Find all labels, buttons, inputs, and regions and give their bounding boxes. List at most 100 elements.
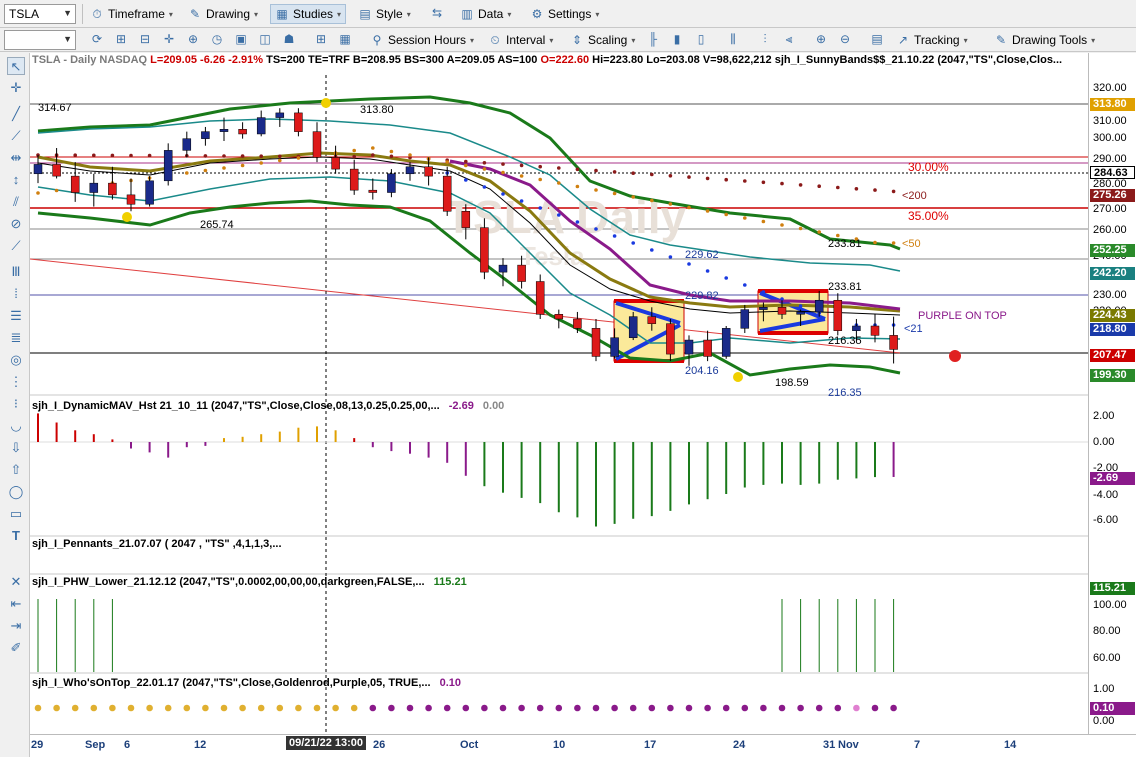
data-button[interactable]: ▥ Data ▾ xyxy=(456,4,515,24)
print-icon[interactable]: ▤ xyxy=(868,30,886,48)
spread-icon[interactable]: ⫷ xyxy=(780,30,798,48)
chart-icon[interactable]: ◫ xyxy=(256,30,274,48)
cursor-icon[interactable]: ✛ xyxy=(160,30,178,48)
candle-body xyxy=(52,164,61,177)
speed-lines-icon[interactable]: Ⅲ xyxy=(7,263,25,281)
insert-icon[interactable]: ⊞ xyxy=(112,30,130,48)
chevron-down-icon[interactable]: ▼ xyxy=(63,34,72,44)
phw-bars xyxy=(37,599,895,672)
gann-icon[interactable]: ⊘ xyxy=(7,215,25,233)
ma200-dot xyxy=(92,153,96,158)
expand-icon[interactable]: ⫶ xyxy=(756,30,774,48)
chevron-down-icon[interactable]: ▼ xyxy=(63,8,72,18)
snap-icon[interactable]: ⇤ xyxy=(7,595,25,613)
studies-button[interactable]: ▦ Studies ▾ xyxy=(270,4,347,24)
scaling-icon: ⇕ xyxy=(571,33,583,47)
dynmav-histogram xyxy=(37,413,895,527)
delete-drawing-icon[interactable]: ✕ xyxy=(7,573,25,591)
whos-dot xyxy=(239,704,246,712)
fib-icon[interactable]: ⟋ xyxy=(7,237,25,255)
cross-icon[interactable]: ⊕ xyxy=(184,30,202,48)
chart-area[interactable]: TSLA Daily Tesla 314.67 313.80 265.74 22… xyxy=(29,53,1088,734)
chevron-down-icon: ▾ xyxy=(631,35,636,45)
calendar-icon[interactable]: ▦ xyxy=(336,30,354,48)
ma21-dot xyxy=(668,255,673,259)
vertical-line-icon[interactable]: ↕ xyxy=(7,171,25,189)
text-icon[interactable]: T xyxy=(7,527,25,545)
pointer-icon[interactable]: ↖ xyxy=(7,57,25,75)
candle-body xyxy=(833,299,843,331)
style-icon: ▤ xyxy=(359,7,371,21)
price-axis[interactable]: 320.00 310.00 300.00 290.00 280.00 270.0… xyxy=(1088,53,1136,734)
crosshair-icon[interactable]: ✛ xyxy=(7,79,25,97)
indicator-axis-label: -4.00 xyxy=(1093,489,1119,501)
hide-icon[interactable]: ⇥ xyxy=(7,617,25,635)
arc-icon[interactable]: ◡ xyxy=(7,417,25,435)
candle-body xyxy=(387,173,396,193)
drawing-button[interactable]: ✎ Drawing ▾ xyxy=(184,4,262,24)
chevron-down-icon: ▾ xyxy=(254,9,259,19)
layout-icon[interactable]: ⊞ xyxy=(312,30,330,48)
date-label: 7 xyxy=(914,739,921,751)
candle-style-icon[interactable]: ▮ xyxy=(668,30,686,48)
fib-time-icon[interactable]: ☰ xyxy=(7,307,25,325)
ma200-dot xyxy=(538,164,542,169)
scaling-button[interactable]: ⇕ Scaling ▾ xyxy=(566,30,639,50)
timeframe-button[interactable]: ⏱ Timeframe ▾ xyxy=(86,4,177,24)
ma21-dot xyxy=(557,213,561,217)
date-label: 14 xyxy=(1004,739,1017,751)
candle-body xyxy=(461,211,471,228)
tracking-icon: ↗ xyxy=(897,33,909,47)
ellipse-icon[interactable]: ◯ xyxy=(7,483,25,501)
arrow-up-icon[interactable]: ⇧ xyxy=(7,461,25,479)
ma-label: <21 xyxy=(904,323,923,335)
ray-icon[interactable]: ⟋ xyxy=(7,127,25,145)
trendline-icon[interactable]: ╱ xyxy=(7,105,25,123)
session-hours-button[interactable]: ⚲ Session Hours ▾ xyxy=(366,30,478,50)
arrow-down-icon[interactable]: ⇩ xyxy=(7,439,25,457)
ma200-dot xyxy=(389,154,394,159)
fib-ext-icon[interactable]: ≣ xyxy=(7,329,25,347)
interval-button[interactable]: ⏲ Interval ▾ xyxy=(484,30,557,50)
workspace-select[interactable]: ▼ xyxy=(4,30,76,50)
indicator-axis-label: 0.00 xyxy=(1093,715,1115,727)
symbol-input[interactable]: TSLA ▼ xyxy=(4,4,76,24)
link-icon[interactable]: ⇆ xyxy=(428,4,446,22)
style-button[interactable]: ▤ Style ▾ xyxy=(354,4,415,24)
channel-icon[interactable]: ⫽ xyxy=(7,193,25,211)
symbol-info-line: TSLA - Daily NASDAQ L=209.05 -6.26 -2.91… xyxy=(32,54,1063,66)
cycle-icon[interactable]: ⁞ xyxy=(7,285,25,303)
date-axis[interactable]: 29 Sep 6 12 09/21/22 13:00 26 Oct 10 17 … xyxy=(30,734,1136,757)
ma200-dot xyxy=(203,154,208,158)
ma200-dot xyxy=(482,161,487,165)
spiral-icon[interactable]: ◎ xyxy=(7,351,25,369)
clock-icon[interactable]: ◷ xyxy=(208,30,226,48)
hollow-candle-icon[interactable]: ▯ xyxy=(692,30,710,48)
bars-icon[interactable]: ▣ xyxy=(232,30,250,48)
zoom-out-icon[interactable]: ⊖ xyxy=(836,30,854,48)
session-icon: ⚲ xyxy=(372,33,382,47)
indicator-axis-label: 2.00 xyxy=(1093,410,1115,422)
people-icon[interactable]: ☗ xyxy=(280,30,298,48)
rectangle-icon[interactable]: ▭ xyxy=(7,505,25,523)
zoom-in-icon[interactable]: ⊕ xyxy=(812,30,830,48)
ma50-dot xyxy=(445,160,450,164)
price-axis-label: 230.00 xyxy=(1093,289,1127,301)
regression-icon[interactable]: ⁝ xyxy=(7,395,25,413)
tracking-button[interactable]: ↗ Tracking ▾ xyxy=(892,30,972,50)
candle-body xyxy=(201,131,210,139)
settings-button[interactable]: ⚙ Settings ▾ xyxy=(526,4,603,24)
bar-style-icon[interactable]: ╟ xyxy=(644,30,662,48)
refresh-icon[interactable]: ⟳ xyxy=(88,30,106,48)
edit-icon[interactable]: ✐ xyxy=(7,639,25,657)
grid-icon[interactable]: ⊟ xyxy=(136,30,154,48)
candle-body xyxy=(89,182,99,193)
andrews-icon[interactable]: ⋮ xyxy=(7,373,25,391)
drawing-tools-button[interactable]: ✎ Drawing Tools ▾ xyxy=(990,30,1099,50)
ma50-dot xyxy=(185,171,189,175)
whos-dot xyxy=(834,704,842,712)
ma200-dot xyxy=(519,163,524,168)
ma50-dot xyxy=(705,209,710,213)
compress-icon[interactable]: ⫼ xyxy=(724,30,742,48)
horizontal-line-icon[interactable]: ⇹ xyxy=(7,149,25,167)
